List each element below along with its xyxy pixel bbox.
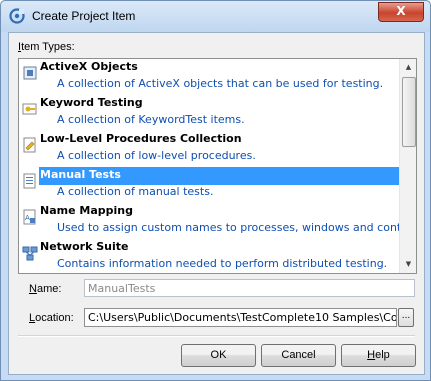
list-item-network-suite[interactable]: Network Suite Contains information neede…	[19, 239, 399, 273]
network-suite-icon	[22, 246, 38, 261]
low-level-procedures-icon	[23, 137, 36, 153]
close-icon: X	[396, 4, 406, 18]
title-bar[interactable]: Create Project Item X	[1, 1, 430, 32]
keyword-testing-icon	[22, 103, 37, 115]
item-title: Low-Level Procedures Collection	[40, 132, 242, 145]
help-button[interactable]: Help	[341, 344, 416, 367]
scrollbar-thumb[interactable]	[402, 77, 416, 147]
item-description: Contains information needed to perform d…	[57, 257, 388, 270]
item-description: A collection of low-level procedures.	[57, 149, 256, 162]
dialog-body: Item Types: ActiveX Objects A collection…	[8, 32, 425, 375]
manual-tests-icon	[23, 173, 36, 189]
list-item-name-mapping[interactable]: A Name Mapping Used to assign custom nam…	[19, 203, 399, 239]
item-types-list[interactable]: ActiveX Objects A collection of ActiveX …	[18, 58, 417, 274]
divider	[18, 335, 415, 337]
scroll-down-arrow-icon[interactable]: ▼	[400, 256, 416, 273]
location-label: Location:	[29, 312, 74, 324]
browse-button[interactable]: ...	[398, 308, 414, 327]
scroll-up-arrow-icon[interactable]: ▲	[400, 59, 416, 76]
svg-text:A: A	[25, 214, 30, 222]
item-description: A collection of KeywordTest items.	[57, 113, 245, 126]
item-title: Manual Tests	[39, 167, 399, 185]
list-item-activex-objects[interactable]: ActiveX Objects A collection of ActiveX …	[19, 59, 399, 95]
ok-button[interactable]: OK	[181, 344, 256, 367]
location-field[interactable]: C:\Users\Public\Documents\TestComplete10…	[84, 308, 397, 327]
list-item-manual-tests[interactable]: Manual Tests A collection of manual test…	[19, 167, 399, 203]
item-title: Network Suite	[40, 240, 129, 253]
name-mapping-icon: A	[23, 209, 36, 225]
close-button[interactable]: X	[378, 2, 424, 22]
item-description: Used to assign custom names to processes…	[57, 221, 399, 234]
name-label: Name:	[29, 283, 62, 295]
dialog-window: Create Project Item X Item Types: Active…	[0, 0, 431, 381]
item-title: Keyword Testing	[40, 96, 143, 109]
item-types-label: Item Types:	[18, 41, 75, 53]
list-item-low-level-procedures[interactable]: Low-Level Procedures Collection A collec…	[19, 131, 399, 167]
list-scrollbar[interactable]: ▲ ▼	[399, 59, 416, 273]
item-title: ActiveX Objects	[40, 60, 138, 73]
name-field[interactable]: ManualTests	[84, 279, 415, 297]
item-title: Name Mapping	[40, 204, 133, 217]
testcomplete-app-icon	[9, 8, 25, 24]
item-description: A collection of manual tests.	[57, 185, 214, 198]
list-item-keyword-testing[interactable]: Keyword Testing A collection of KeywordT…	[19, 95, 399, 131]
activex-icon	[23, 66, 37, 80]
item-description: A collection of ActiveX objects that can…	[57, 77, 384, 90]
cancel-button[interactable]: Cancel	[261, 344, 336, 367]
window-title: Create Project Item	[32, 9, 136, 23]
